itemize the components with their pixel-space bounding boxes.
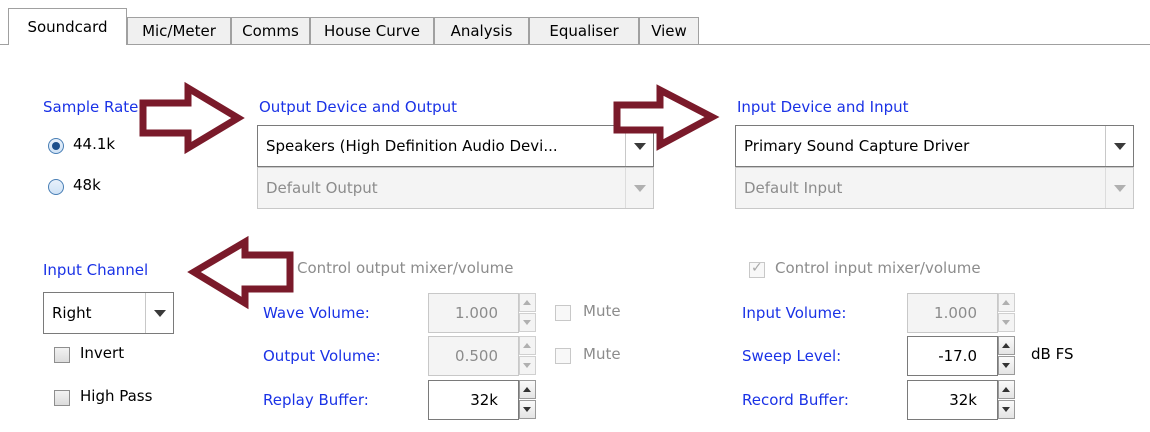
arrow-right-icon bbox=[139, 81, 245, 155]
arrow-left-icon bbox=[187, 235, 294, 310]
tab-soundcard[interactable]: Soundcard bbox=[8, 8, 127, 45]
arrow-right-icon bbox=[613, 84, 720, 151]
annotation-overlay bbox=[139, 81, 720, 310]
